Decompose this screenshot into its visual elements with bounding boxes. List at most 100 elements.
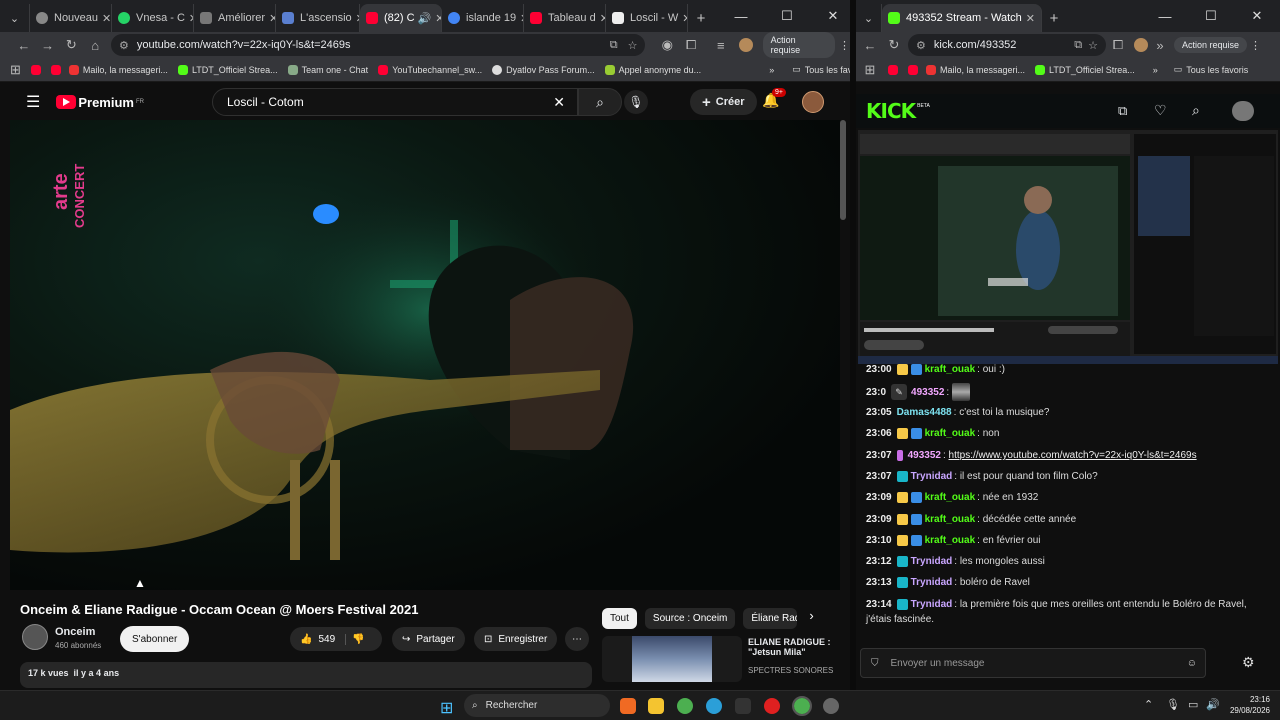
- avatar[interactable]: [802, 91, 824, 113]
- youtube-icon[interactable]: [888, 64, 898, 75]
- settings-gear-icon[interactable]: ⚙: [1242, 654, 1255, 671]
- close-icon[interactable]: ✕: [516, 12, 523, 25]
- related-video-thumbnail[interactable]: [602, 636, 742, 682]
- chat-input[interactable]: ⛉ Envoyer un message ☺: [860, 648, 1206, 678]
- search-button[interactable]: ⌕: [578, 88, 622, 116]
- clear-icon[interactable]: ✕: [553, 94, 565, 111]
- chat-username[interactable]: 493352: [911, 387, 944, 398]
- mic-icon[interactable]: 🎙: [1166, 698, 1180, 711]
- close-icon[interactable]: ✕: [1022, 12, 1035, 25]
- avatar[interactable]: [1134, 38, 1148, 52]
- minimize-icon[interactable]: —: [718, 9, 764, 24]
- thumbs-up-icon[interactable]: 👍: [300, 634, 312, 645]
- star-icon[interactable]: ☆: [1088, 39, 1098, 52]
- forward-icon[interactable]: →: [36, 38, 60, 53]
- chat-link[interactable]: https://www.youtube.com/watch?v=22x-iq0Y…: [949, 450, 1197, 461]
- voice-search-button[interactable]: 🎙: [624, 90, 648, 114]
- chat-username[interactable]: Damas4488: [897, 407, 952, 418]
- kick-tab[interactable]: 493352 Stream - Watch Live on✕: [882, 4, 1042, 32]
- more-actions-button[interactable]: ⋯: [565, 627, 589, 651]
- all-bookmarks[interactable]: ▭Tous les favoris: [792, 64, 850, 75]
- chat-username[interactable]: kraft_ouak: [925, 364, 976, 375]
- speaker-icon[interactable]: 🔊: [418, 12, 432, 25]
- chrome-active-icon[interactable]: [792, 696, 812, 716]
- kick-logo[interactable]: KICK: [866, 99, 916, 123]
- maximize-icon[interactable]: ☐: [764, 8, 810, 24]
- thumbs-down-icon[interactable]: 👎: [345, 633, 365, 645]
- menu-icon[interactable]: ⋮: [839, 39, 850, 52]
- scrollbar[interactable]: [840, 120, 846, 220]
- tab-5-active[interactable]: (82) C🔊✕: [360, 4, 442, 32]
- share-button[interactable]: ↪ Partager: [392, 627, 465, 651]
- save-button[interactable]: ⊡ Enregistrer: [474, 627, 558, 651]
- taskbar-search[interactable]: ⌕ Rechercher: [464, 694, 610, 717]
- menu-icon[interactable]: ⋮: [1250, 39, 1261, 52]
- search-input[interactable]: Loscil - Cotom ✕: [212, 88, 578, 116]
- chat-username[interactable]: kraft_ouak: [925, 514, 976, 525]
- puzzle-icon[interactable]: ⧠: [679, 37, 703, 53]
- chat-username[interactable]: kraft_ouak: [925, 535, 976, 546]
- video-player[interactable]: arte CONCERT ▲: [10, 120, 840, 590]
- app-icon[interactable]: [735, 698, 751, 714]
- chat-username[interactable]: kraft_ouak: [925, 492, 976, 503]
- back-icon[interactable]: ←: [858, 38, 882, 53]
- windows-start-icon[interactable]: ⊞: [440, 698, 453, 718]
- close-window-icon[interactable]: ✕: [810, 8, 850, 24]
- search-icon[interactable]: ⌕: [1192, 102, 1200, 119]
- bookmark-4[interactable]: YouTubechannel_sw...: [378, 64, 482, 75]
- close-icon[interactable]: ✕: [185, 12, 193, 25]
- site-info-icon[interactable]: ⚙: [119, 39, 129, 52]
- youtube-icon[interactable]: [30, 64, 41, 75]
- youtube-icon[interactable]: [908, 64, 918, 75]
- stream-player[interactable]: [858, 130, 1278, 364]
- hamburger-menu-icon[interactable]: ☰: [26, 92, 40, 112]
- tab-8[interactable]: Loscil - W✕: [606, 4, 688, 32]
- url-field[interactable]: ⚙ youtube.com/watch?v=22x-iq0Y-ls&t=2469…: [111, 34, 646, 56]
- new-tab-button[interactable]: +: [688, 4, 714, 32]
- notifications-button[interactable]: 🔔 9+: [762, 88, 786, 110]
- close-icon[interactable]: ✕: [98, 12, 111, 25]
- volume-icon[interactable]: 🔊: [1206, 698, 1220, 711]
- more-tools-icon[interactable]: »: [1148, 38, 1172, 53]
- bookmarks-more[interactable]: »: [1153, 65, 1158, 75]
- app-icon[interactable]: [823, 698, 839, 714]
- chip-source[interactable]: Source : Onceim: [644, 608, 736, 629]
- apps-icon[interactable]: ⊞: [10, 62, 21, 78]
- tab-3[interactable]: Améliorer✕: [194, 4, 276, 32]
- maximize-icon[interactable]: ☐: [1188, 8, 1234, 24]
- youtube-logo[interactable]: Premium FR: [56, 95, 144, 110]
- tab-search-button[interactable]: ⌄: [0, 4, 30, 32]
- reload-icon[interactable]: ↻: [60, 37, 84, 53]
- emoji-icon[interactable]: ☺: [1187, 658, 1197, 669]
- channel-name[interactable]: Onceim: [55, 626, 95, 638]
- bookmarks-more[interactable]: »: [769, 65, 774, 75]
- close-icon[interactable]: ✕: [596, 12, 605, 25]
- close-icon[interactable]: ✕: [352, 12, 359, 25]
- chat-username[interactable]: Trynidad: [911, 471, 953, 482]
- subscribe-button[interactable]: S'abonner: [120, 626, 190, 652]
- chat-username[interactable]: 493352: [908, 450, 941, 461]
- url-field[interactable]: ⚙ kick.com/493352 ⧉ ☆: [908, 34, 1106, 56]
- star-icon[interactable]: ☆: [628, 39, 638, 52]
- chevron-up-icon[interactable]: ⌃: [1144, 698, 1153, 711]
- reload-icon[interactable]: ↻: [882, 37, 906, 53]
- close-icon[interactable]: ✕: [431, 12, 441, 25]
- install-icon[interactable]: ⧉: [610, 39, 618, 52]
- close-icon[interactable]: ✕: [265, 12, 275, 25]
- tab-search-button[interactable]: ⌄: [856, 4, 882, 32]
- bookmark-3[interactable]: Team one - Chat: [287, 64, 368, 75]
- edge-icon[interactable]: [706, 698, 722, 714]
- brave-icon[interactable]: [620, 698, 636, 714]
- opera-icon[interactable]: [764, 698, 780, 714]
- bookmark-6[interactable]: Appel anonyme du...: [604, 64, 701, 75]
- description-box[interactable]: 17 k vues il y a 4 ans: [20, 662, 592, 688]
- install-icon[interactable]: ⧉: [1074, 39, 1082, 52]
- create-button[interactable]: + Créer: [690, 89, 757, 115]
- minimize-icon[interactable]: —: [1142, 9, 1188, 24]
- tab-6[interactable]: islande 19✕: [442, 4, 524, 32]
- extension-icon[interactable]: ◉: [655, 37, 679, 53]
- tab-4[interactable]: L'ascensio✕: [276, 4, 360, 32]
- clock[interactable]: 23:16 29/08/2026: [1226, 694, 1270, 716]
- tab-2[interactable]: Vnesa - C✕: [112, 4, 194, 32]
- related-video-title[interactable]: ELIANE RADIGUE : "Jetsun Mila": [748, 637, 838, 657]
